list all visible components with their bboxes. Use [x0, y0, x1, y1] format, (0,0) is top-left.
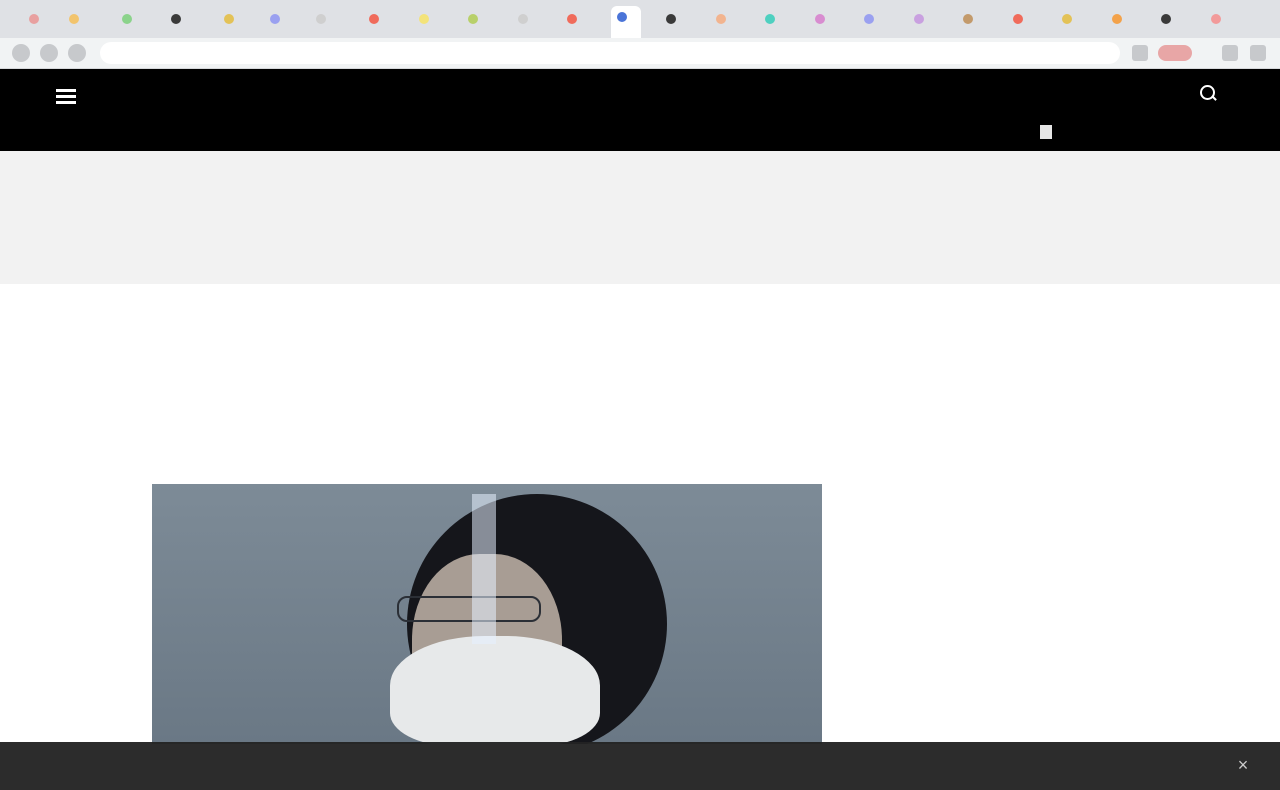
browser-tab[interactable]	[1106, 8, 1128, 30]
browser-menu-icon[interactable]	[1250, 45, 1266, 61]
tab-favicon-icon	[1210, 14, 1221, 24]
extension-badge[interactable]	[1158, 45, 1192, 61]
browser-tab[interactable]	[610, 6, 641, 38]
forward-button[interactable]	[40, 44, 58, 62]
hero-image	[152, 484, 822, 744]
browser-tab[interactable]	[413, 8, 435, 30]
browser-tab[interactable]	[561, 8, 583, 30]
section-nav	[0, 119, 1280, 145]
browser-toolbar	[0, 38, 1280, 69]
tab-favicon-icon	[369, 14, 379, 24]
browser-tab[interactable]	[512, 8, 534, 30]
tab-favicon-icon	[29, 14, 40, 24]
bookmark-star-icon[interactable]	[1132, 45, 1148, 61]
browser-tab[interactable]	[1155, 8, 1177, 30]
tab-favicon-icon	[418, 14, 429, 24]
browser-tab[interactable]	[165, 8, 187, 30]
profile-avatar[interactable]	[1222, 45, 1238, 61]
browser-tab[interactable]	[908, 8, 930, 30]
tab-favicon-icon	[316, 14, 327, 24]
browser-tab[interactable]	[759, 8, 781, 30]
browser-tab[interactable]	[1056, 8, 1078, 30]
site-header	[0, 69, 1280, 151]
hamburger-menu-icon[interactable]	[56, 89, 76, 105]
browser-tab[interactable]	[363, 8, 385, 30]
tab-favicon-icon	[1111, 14, 1122, 24]
tab-favicon-icon	[765, 14, 775, 24]
tab-favicon-icon	[121, 14, 132, 24]
tab-favicon-icon	[567, 14, 577, 24]
back-button[interactable]	[12, 44, 30, 62]
browser-tab[interactable]	[809, 8, 831, 30]
browser-tab[interactable]	[1205, 8, 1227, 30]
tab-favicon-icon	[1062, 14, 1072, 24]
tab-favicon-icon	[171, 14, 181, 24]
browser-tab[interactable]	[310, 8, 332, 30]
browser-tab[interactable]	[462, 8, 484, 30]
tab-favicon-icon	[517, 14, 528, 24]
tab-favicon-icon	[715, 14, 726, 24]
tab-favicon-icon	[963, 14, 973, 24]
tab-favicon-icon	[1161, 14, 1171, 24]
tab-favicon-icon	[1012, 14, 1023, 24]
tab-favicon-icon	[270, 14, 280, 24]
cookie-banner: ×	[0, 742, 1280, 790]
browser-tab[interactable]	[660, 8, 682, 30]
tab-favicon-icon	[616, 12, 627, 22]
bookmark-icon	[1040, 125, 1052, 139]
browser-tab[interactable]	[957, 8, 979, 30]
browser-tab[interactable]	[710, 8, 732, 30]
address-bar[interactable]	[100, 42, 1120, 64]
browser-tab[interactable]	[218, 8, 240, 30]
tab-favicon-icon	[68, 14, 79, 24]
tab-favicon-icon	[468, 14, 478, 24]
browser-tab[interactable]	[23, 8, 45, 30]
browser-tab-strip	[0, 0, 1280, 38]
site-logo[interactable]	[520, 77, 760, 117]
browser-tab[interactable]	[1007, 8, 1029, 30]
tab-favicon-icon	[913, 14, 924, 24]
browser-tab[interactable]	[264, 8, 286, 30]
ad-slot	[0, 151, 1280, 284]
search-icon[interactable]	[1200, 85, 1217, 101]
browser-tab[interactable]	[116, 8, 138, 30]
tab-favicon-icon	[223, 14, 234, 24]
tab-favicon-icon	[864, 14, 874, 24]
tab-favicon-icon	[666, 14, 676, 24]
browser-tab[interactable]	[63, 8, 85, 30]
reload-button[interactable]	[68, 44, 86, 62]
tab-favicon-icon	[814, 14, 825, 24]
close-icon[interactable]: ×	[1232, 754, 1254, 776]
browser-tab[interactable]	[858, 8, 880, 30]
